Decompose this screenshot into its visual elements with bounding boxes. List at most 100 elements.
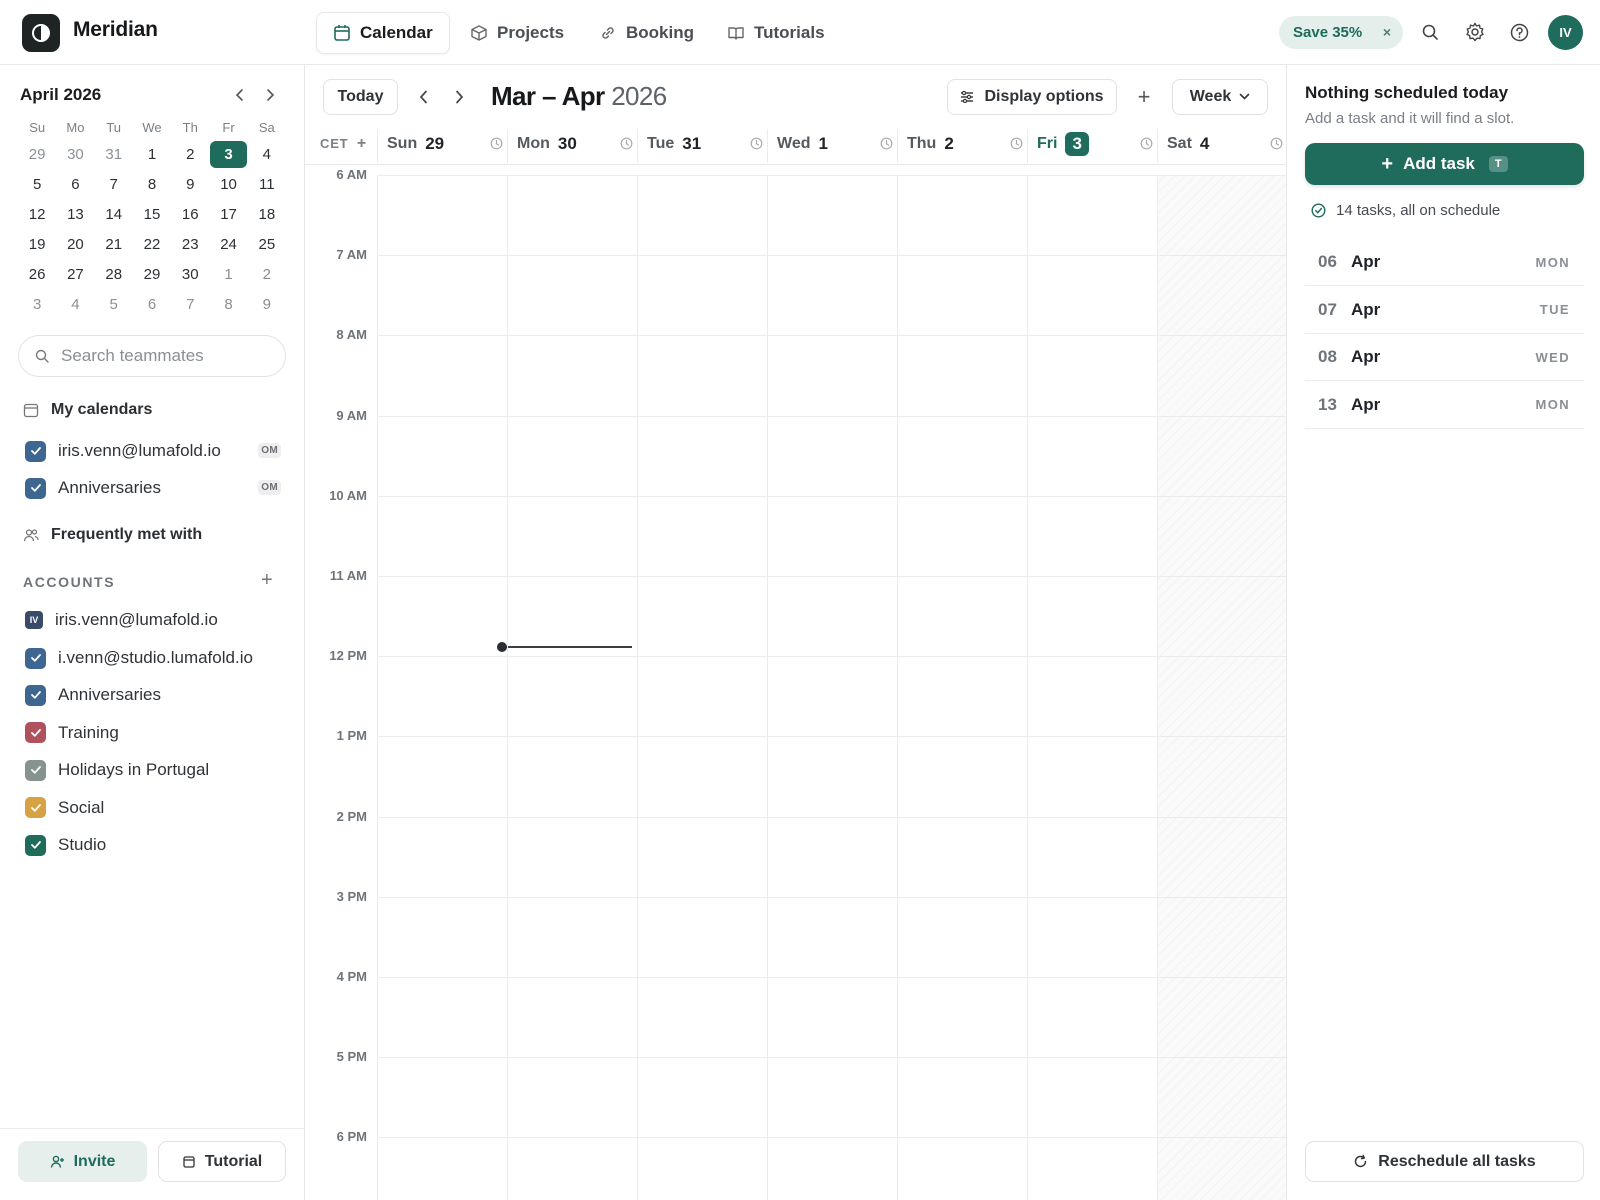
tab-calendar[interactable]: Calendar — [316, 12, 450, 54]
calendar-checkbox[interactable] — [25, 684, 46, 706]
mini-calendar-day[interactable]: 15 — [133, 206, 171, 223]
tab-projects[interactable]: Projects — [454, 12, 580, 54]
view-select[interactable]: Week — [1172, 79, 1268, 115]
day-header[interactable]: Sun 29 — [387, 127, 517, 161]
day-header[interactable]: Fri 3 — [1037, 127, 1167, 161]
mini-calendar-day[interactable]: 21 — [95, 236, 133, 253]
account-calendar-item[interactable]: Training — [25, 721, 281, 745]
mini-calendar-day[interactable]: 25 — [248, 236, 286, 253]
task-day-row[interactable]: 06 Apr MON — [1305, 239, 1584, 286]
mini-calendar-day[interactable]: 7 — [171, 296, 209, 313]
calendar-checkbox[interactable] — [25, 722, 46, 744]
mini-calendar-day[interactable]: 29 — [133, 266, 171, 283]
clock-icon[interactable] — [1010, 137, 1023, 155]
calendar-checkbox[interactable] — [25, 647, 46, 669]
add-timezone-icon[interactable]: + — [357, 135, 367, 152]
help-icon[interactable] — [1507, 20, 1531, 44]
clock-icon[interactable] — [620, 137, 633, 155]
mini-calendar-day[interactable]: 22 — [133, 236, 171, 253]
mini-calendar-day[interactable]: 20 — [56, 236, 94, 253]
mini-calendar-day[interactable]: 2 — [248, 266, 286, 283]
display-options-button[interactable]: Display options — [947, 79, 1117, 115]
mini-calendar-day[interactable]: 1 — [209, 266, 247, 283]
calendar-checkbox[interactable] — [25, 834, 46, 856]
mini-calendar-day[interactable]: 30 — [171, 266, 209, 283]
mini-calendar-day[interactable]: 5 — [95, 296, 133, 313]
mini-calendar-day[interactable]: 4 — [248, 146, 286, 163]
calendar-checkbox[interactable] — [25, 440, 46, 462]
account-calendar-item[interactable]: Social — [25, 796, 281, 820]
my-calendars-header[interactable]: My calendars — [23, 401, 152, 419]
account-calendar-item[interactable]: Studio — [25, 833, 281, 857]
mini-calendar-day[interactable]: 26 — [18, 266, 56, 283]
clock-icon[interactable] — [490, 137, 503, 155]
clock-icon[interactable] — [1270, 137, 1283, 155]
mini-calendar-day[interactable]: 28 — [95, 266, 133, 283]
mini-calendar-day[interactable]: 10 — [209, 176, 247, 193]
today-button[interactable]: Today — [323, 79, 398, 115]
mini-calendar-day[interactable]: 29 — [18, 146, 56, 163]
mini-calendar-next-icon[interactable] — [260, 85, 280, 105]
mini-calendar-day[interactable]: 24 — [209, 236, 247, 253]
calendar-checkbox[interactable] — [25, 477, 46, 499]
day-header[interactable]: Tue 31 — [647, 127, 777, 161]
my-calendar-item[interactable]: iris.venn@lumafold.io OM — [25, 439, 281, 463]
calendar-checkbox[interactable] — [25, 797, 46, 819]
mini-calendar-day[interactable]: 18 — [248, 206, 286, 223]
mini-calendar-day[interactable]: 16 — [171, 206, 209, 223]
mini-calendar-day[interactable]: 19 — [18, 236, 56, 253]
mini-calendar-day[interactable]: 23 — [171, 236, 209, 253]
mini-calendar-day[interactable]: 12 — [18, 206, 56, 223]
clock-icon[interactable] — [1140, 137, 1153, 155]
clock-icon[interactable] — [880, 137, 893, 155]
account-calendar-item[interactable]: i.venn@studio.lumafold.io — [25, 646, 281, 670]
search-teammates-input[interactable] — [61, 346, 261, 366]
task-day-row[interactable]: 07 Apr TUE — [1305, 287, 1584, 334]
reschedule-all-button[interactable]: Reschedule all tasks — [1305, 1141, 1584, 1182]
mini-calendar-day[interactable]: 2 — [171, 146, 209, 163]
mini-calendar-day[interactable]: 8 — [209, 296, 247, 313]
promo-badge[interactable]: Save 35% × — [1279, 16, 1403, 49]
add-account-icon[interactable]: + — [261, 570, 273, 590]
prev-week-icon[interactable] — [412, 85, 436, 109]
mini-calendar-day[interactable]: 27 — [56, 266, 94, 283]
day-header[interactable]: Mon 30 — [517, 127, 647, 161]
promo-close-icon[interactable]: × — [1383, 24, 1391, 40]
account-calendar-item[interactable]: Holidays in Portugal — [25, 758, 281, 782]
mini-calendar-day[interactable]: 7 — [95, 176, 133, 193]
mini-calendar-day[interactable]: 14 — [95, 206, 133, 223]
mini-calendar-day[interactable]: 4 — [56, 296, 94, 313]
mini-calendar-day[interactable]: 11 — [248, 176, 286, 193]
mini-calendar-day[interactable]: 3 — [18, 296, 56, 313]
calendar-checkbox[interactable] — [25, 759, 46, 781]
add-event-icon[interactable]: + — [1132, 85, 1156, 109]
invite-button[interactable]: Invite — [18, 1141, 147, 1182]
mini-calendar-day[interactable]: 13 — [56, 206, 94, 223]
day-header[interactable]: Wed 1 — [777, 127, 907, 161]
frequently-met-header[interactable]: Frequently met with — [23, 526, 202, 544]
mini-calendar-day[interactable]: 6 — [133, 296, 171, 313]
user-avatar[interactable]: IV — [1548, 15, 1583, 50]
tab-tutorials[interactable]: Tutorials — [711, 12, 841, 54]
day-header[interactable]: Thu 2 — [907, 127, 1037, 161]
search-icon[interactable] — [1418, 20, 1442, 44]
gear-icon[interactable] — [1463, 20, 1487, 44]
mini-calendar-day[interactable]: 31 — [95, 146, 133, 163]
account-owner[interactable]: IV iris.venn@lumafold.io — [25, 608, 281, 632]
account-calendar-item[interactable]: Anniversaries — [25, 683, 281, 707]
timezone-label[interactable]: CET + — [320, 135, 367, 153]
search-teammates[interactable] — [18, 335, 286, 377]
my-calendar-item[interactable]: Anniversaries OM — [25, 476, 281, 500]
time-grid[interactable]: 6 AM 7 AM 8 AM 9 AM 10 AM 11 AM 12 PM 1 PM 2 PM 3… — [305, 165, 1286, 1200]
mini-calendar-day[interactable]: 6 — [56, 176, 94, 193]
mini-calendar-today[interactable]: 3 — [209, 140, 248, 168]
mini-calendar-day[interactable]: 8 — [133, 176, 171, 193]
add-task-button[interactable]: + Add task T — [1305, 143, 1584, 185]
mini-calendar-day[interactable]: 17 — [209, 206, 247, 223]
tab-booking[interactable]: Booking — [583, 12, 710, 54]
mini-calendar-day[interactable]: 5 — [18, 176, 56, 193]
day-header[interactable]: Sat 4 — [1167, 127, 1286, 161]
task-day-row[interactable]: 08 Apr WED — [1305, 334, 1584, 381]
tutorial-button[interactable]: Tutorial — [158, 1141, 286, 1182]
mini-calendar-day[interactable]: 1 — [133, 146, 171, 163]
